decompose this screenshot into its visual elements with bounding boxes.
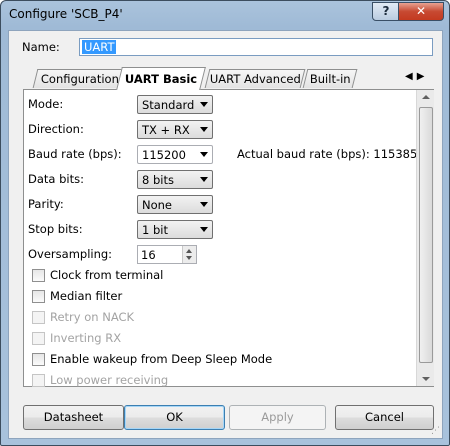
checkbox-box[interactable]: [32, 269, 45, 282]
tab-configuration[interactable]: Configuration: [32, 69, 128, 88]
name-label: Name:: [22, 40, 60, 54]
checkbox-box: [32, 311, 45, 324]
chevron-down-icon: [200, 102, 208, 107]
oversampling-value: 16: [141, 248, 156, 262]
title-bar[interactable]: Configure 'SCB_P4' ? ✕: [1, 1, 449, 27]
oversampling-spinner[interactable]: 16: [137, 245, 197, 264]
checkbox-box: [32, 374, 45, 387]
close-button[interactable]: ✕: [398, 2, 444, 21]
tab-configuration-label: Configuration: [40, 72, 119, 86]
checkbox-label: Inverting RX: [50, 331, 122, 345]
scroll-down-icon[interactable]: [422, 377, 430, 381]
tab-uart-advanced[interactable]: UART Advanced: [204, 69, 306, 88]
direction-select[interactable]: TX + RX: [137, 120, 213, 139]
data-bits-select[interactable]: 8 bits: [137, 170, 213, 189]
window-title: Configure 'SCB_P4': [9, 7, 123, 21]
dialog-client: Name: UART Configuration UART Basic UART…: [8, 30, 443, 439]
ok-button[interactable]: OK: [124, 405, 225, 430]
checkbox-label: Retry on NACK: [50, 310, 135, 324]
tab-bar: Configuration UART Basic UART Advanced B…: [9, 67, 442, 90]
spin-up-icon[interactable]: [186, 249, 192, 253]
checkbox-label: Clock from terminal: [50, 268, 164, 282]
checkbox-label: Median filter: [50, 289, 123, 303]
chevron-down-icon: [200, 202, 208, 207]
name-input[interactable]: UART: [79, 38, 433, 56]
baud-rate-label: Baud rate (bps):: [28, 147, 122, 161]
checkbox-label: Enable wakeup from Deep Sleep Mode: [50, 352, 273, 366]
scroll-thumb[interactable]: [419, 107, 433, 363]
chevron-down-icon: [200, 127, 208, 132]
cancel-button[interactable]: Cancel: [335, 405, 434, 430]
stop-bits-select[interactable]: 1 bit: [137, 220, 213, 239]
datasheet-button[interactable]: Datasheet: [23, 405, 124, 430]
tab-uart-basic-label: UART Basic: [124, 72, 197, 86]
checkbox-label: Low power receiving: [50, 373, 169, 387]
parity-label: Parity:: [28, 197, 64, 211]
scroll-up-icon[interactable]: [422, 95, 430, 99]
tab-scroll-arrows: ◀▶: [405, 71, 428, 82]
checkbox-box: [32, 332, 45, 345]
configure-dialog: Configure 'SCB_P4' ? ✕ Name: UART Config…: [0, 0, 450, 446]
checkbox-box[interactable]: [32, 353, 45, 366]
chevron-down-icon: [200, 227, 208, 232]
tab-uart-advanced-label: UART Advanced: [209, 72, 301, 86]
apply-button: Apply: [229, 405, 326, 430]
parity-select[interactable]: None: [137, 195, 213, 214]
chevron-down-icon[interactable]: [200, 152, 208, 157]
uart-basic-panel: Mode: Standard Direction: TX + RX Baud r…: [23, 89, 434, 387]
mode-select[interactable]: Standard: [137, 95, 213, 114]
name-value: UART: [82, 40, 117, 54]
stop-bits-value: 1 bit: [142, 223, 168, 237]
tab-built-in[interactable]: Built-in: [302, 69, 358, 88]
stop-bits-label: Stop bits:: [28, 222, 83, 236]
vertical-scrollbar[interactable]: [416, 90, 434, 386]
tab-scroll-left-icon[interactable]: ◀: [405, 71, 417, 82]
spinner-buttons[interactable]: [182, 246, 196, 263]
mode-label: Mode:: [28, 97, 64, 111]
help-button[interactable]: ?: [372, 2, 400, 21]
direction-value: TX + RX: [142, 123, 190, 137]
baud-rate-value: 115200: [142, 148, 186, 162]
checkbox-box[interactable]: [32, 290, 45, 303]
tab-scroll-right-icon[interactable]: ▶: [417, 71, 429, 82]
tab-uart-basic[interactable]: UART Basic: [116, 67, 206, 90]
baud-rate-combo[interactable]: 115200: [137, 145, 213, 164]
spin-down-icon[interactable]: [186, 256, 192, 260]
data-bits-value: 8 bits: [142, 173, 174, 187]
direction-label: Direction:: [28, 122, 84, 136]
data-bits-label: Data bits:: [28, 172, 84, 186]
resize-grip-icon[interactable]: ⋰: [431, 426, 440, 436]
actual-baud-rate: Actual baud rate (bps): 115385: [237, 147, 418, 161]
chevron-down-icon: [200, 177, 208, 182]
oversampling-label: Oversampling:: [28, 247, 113, 261]
tab-built-in-label: Built-in: [309, 72, 351, 86]
parity-value: None: [142, 198, 173, 212]
mode-value: Standard: [142, 98, 195, 112]
